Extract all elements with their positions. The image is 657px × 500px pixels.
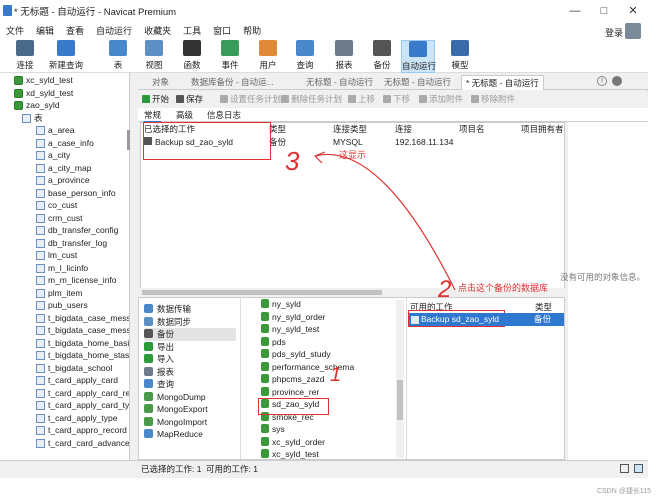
annotation-arrow-head [314, 151, 326, 164]
available-job-type: 备份 [534, 314, 552, 324]
backup-icon [411, 316, 419, 324]
available-job-name: Backup sd_zao_syld [421, 314, 499, 324]
available-job-row[interactable]: Backup sd_zao_syld 备份 [409, 313, 564, 326]
annotation-arrow [314, 154, 456, 291]
annotation-arrows [314, 151, 456, 291]
